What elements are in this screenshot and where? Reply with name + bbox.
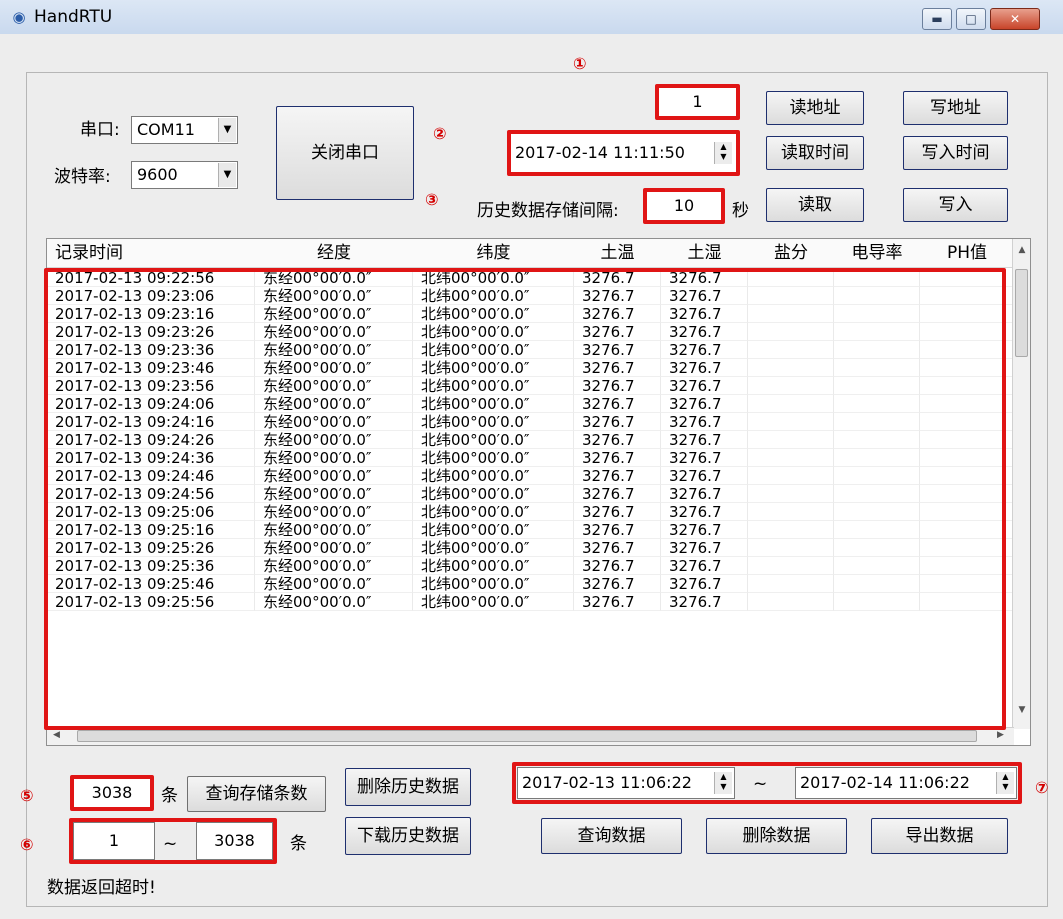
interval-label: 历史数据存储间隔:	[477, 201, 619, 221]
device-time-input[interactable]: 2017-02-14 11:11:50 ▲ ▼	[507, 130, 740, 176]
port-select-value: COM11	[137, 120, 195, 139]
marker-6: ⑥	[20, 835, 34, 854]
interval-input[interactable]: 10	[643, 188, 725, 224]
record-count-input[interactable]: 3038	[70, 775, 154, 811]
marker-7: ⑦	[1035, 778, 1049, 797]
marker-5: ⑤	[20, 786, 34, 805]
read-time-button[interactable]: 读取时间	[766, 136, 864, 170]
column-header[interactable]: 电导率	[834, 239, 921, 268]
write-interval-button[interactable]: 写入	[903, 188, 1008, 222]
marker-1: ①	[573, 54, 587, 73]
scroll-right-icon[interactable]: ▶	[997, 730, 1004, 740]
start-date-input[interactable]: 2017-02-13 11:06:22 ▲ ▼	[517, 767, 735, 799]
baud-label: 波特率:	[54, 167, 111, 187]
column-header[interactable]: 记录时间	[47, 239, 264, 268]
time-spinner[interactable]: ▲ ▼	[714, 142, 732, 164]
vertical-scroll-thumb[interactable]	[1015, 269, 1028, 357]
close-button[interactable]: ✕	[990, 8, 1040, 30]
date-range-tilde: ~	[753, 774, 768, 794]
baud-select[interactable]: 9600 ▼	[131, 161, 238, 189]
app-icon: ◉	[12, 8, 26, 26]
grid-highlight	[44, 268, 1006, 730]
start-date-spinner[interactable]: ▲ ▼	[714, 772, 732, 794]
range-from-input[interactable]: 1	[73, 822, 155, 860]
scroll-up-icon[interactable]: ▲	[1013, 245, 1030, 255]
window-title: HandRTU	[34, 7, 113, 27]
marker-2: ②	[433, 124, 447, 143]
range-tilde: ~	[163, 834, 178, 854]
column-header[interactable]: 土湿	[661, 239, 749, 268]
delete-data-button[interactable]: 删除数据	[706, 818, 847, 854]
end-date-spinner[interactable]: ▲ ▼	[996, 772, 1014, 794]
port-select[interactable]: COM11 ▼	[131, 116, 238, 144]
chevron-down-icon[interactable]: ▼	[218, 118, 236, 142]
write-address-button[interactable]: 写地址	[903, 91, 1008, 125]
range-unit: 条	[290, 834, 307, 854]
export-data-button[interactable]: 导出数据	[871, 818, 1008, 854]
maximize-button[interactable]: □	[956, 8, 986, 30]
column-header[interactable]: PH值	[920, 239, 1015, 268]
horizontal-scroll-thumb[interactable]	[77, 730, 977, 742]
read-address-button[interactable]: 读地址	[766, 91, 864, 125]
read-interval-button[interactable]: 读取	[766, 188, 864, 222]
device-time-value: 2017-02-14 11:11:50	[515, 143, 685, 162]
start-date-value: 2017-02-13 11:06:22	[522, 773, 692, 792]
address-input[interactable]: 1	[655, 84, 740, 120]
port-label: 串口:	[80, 120, 120, 140]
baud-select-value: 9600	[137, 165, 178, 184]
range-to-input[interactable]: 3038	[196, 822, 273, 860]
scroll-down-icon[interactable]: ▼	[1013, 705, 1030, 715]
delete-history-button[interactable]: 删除历史数据	[345, 768, 471, 806]
end-date-value: 2017-02-14 11:06:22	[800, 773, 970, 792]
query-data-button[interactable]: 查询数据	[541, 818, 682, 854]
column-header[interactable]: 经度	[255, 239, 414, 268]
count-unit: 条	[161, 786, 178, 806]
end-date-input[interactable]: 2017-02-14 11:06:22 ▲ ▼	[795, 767, 1017, 799]
marker-3: ③	[425, 190, 439, 209]
column-header[interactable]: 土温	[574, 239, 662, 268]
close-port-button[interactable]: 关闭串口	[276, 106, 414, 200]
interval-unit: 秒	[732, 201, 749, 221]
chevron-down-icon[interactable]: ▼	[218, 163, 236, 187]
query-count-button[interactable]: 查询存储条数	[187, 776, 326, 812]
minimize-button[interactable]: ▬	[922, 8, 952, 30]
vertical-scrollbar[interactable]: ▲ ▼	[1012, 239, 1030, 729]
status-text: 数据返回超时!	[47, 878, 156, 898]
download-history-button[interactable]: 下载历史数据	[345, 817, 471, 855]
write-time-button[interactable]: 写入时间	[903, 136, 1008, 170]
column-header[interactable]: 盐分	[748, 239, 835, 268]
column-header[interactable]: 纬度	[413, 239, 575, 268]
scroll-left-icon[interactable]: ◀	[53, 730, 60, 740]
title-bar	[0, 0, 1063, 34]
